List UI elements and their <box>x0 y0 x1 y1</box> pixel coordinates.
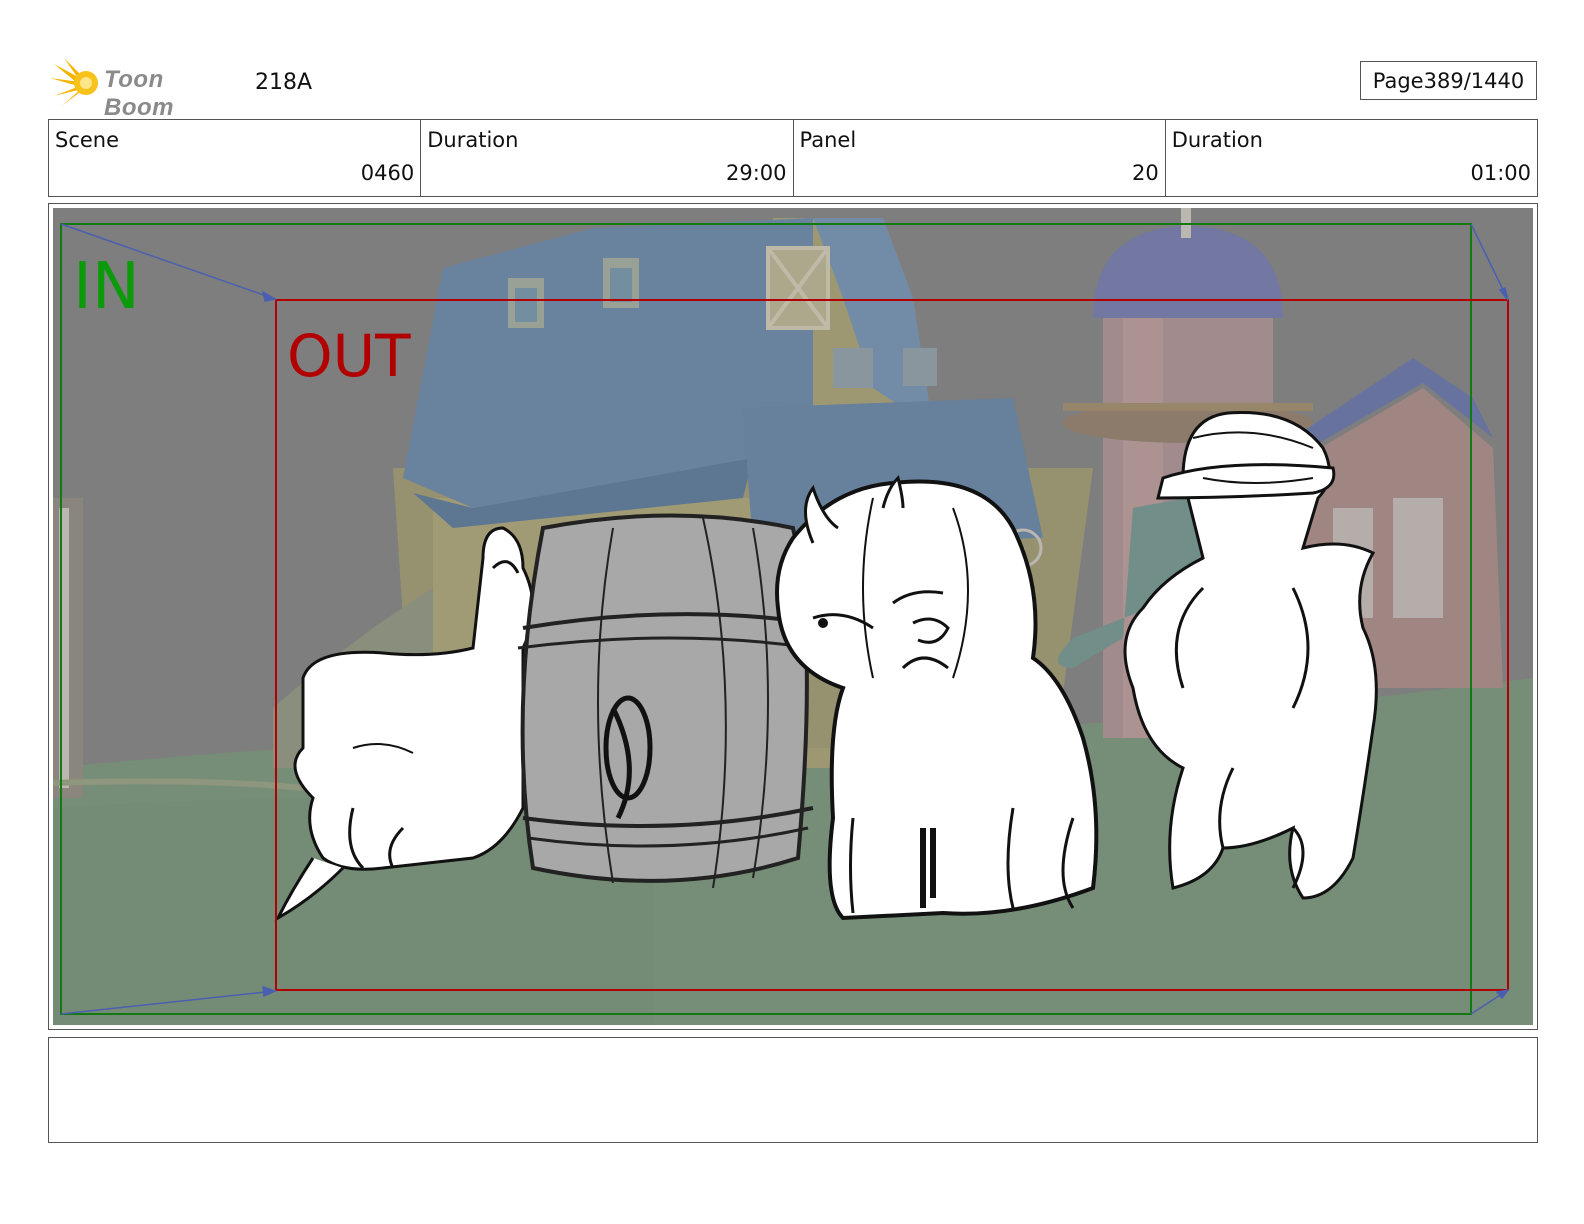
panel-artwork: IN OUT <box>53 208 1533 1025</box>
logo-wordmark: Toon Boom <box>104 66 174 121</box>
in-frame-label: IN <box>73 250 140 324</box>
toon-boom-logo: Toon Boom <box>50 54 240 121</box>
scene-value: 0460 <box>360 161 415 185</box>
panel-label: Panel <box>799 128 857 152</box>
panel-notes-box <box>48 1037 1538 1143</box>
panel-value: 20 <box>1132 161 1159 185</box>
scene-duration-cell: Duration 29:00 <box>421 120 794 196</box>
panel-duration-label: Duration <box>1171 128 1263 152</box>
scene-duration-label: Duration <box>427 128 519 152</box>
page-label: Page <box>1372 68 1424 93</box>
panel-duration-value: 01:00 <box>1470 161 1531 185</box>
starburst-icon <box>50 58 98 106</box>
panel-duration-cell: Duration 01:00 <box>1166 120 1537 196</box>
page-indicator: Page 389/1440 <box>1360 61 1537 100</box>
page-number: 389/1440 <box>1423 68 1525 93</box>
scene-duration-value: 29:00 <box>725 161 787 185</box>
storyboard-drawing: IN OUT <box>53 208 1533 1025</box>
scene-label: Scene <box>55 128 120 152</box>
scene-cell: Scene 0460 <box>49 120 422 196</box>
panel-cell: Panel 20 <box>794 120 1166 196</box>
scene-info-table: Scene 0460 Duration 29:00 Panel 20 Durat… <box>48 119 1538 197</box>
out-frame-label: OUT <box>287 322 411 390</box>
production-code: 218A <box>255 70 313 95</box>
storyboard-panel: IN OUT <box>48 203 1538 1030</box>
